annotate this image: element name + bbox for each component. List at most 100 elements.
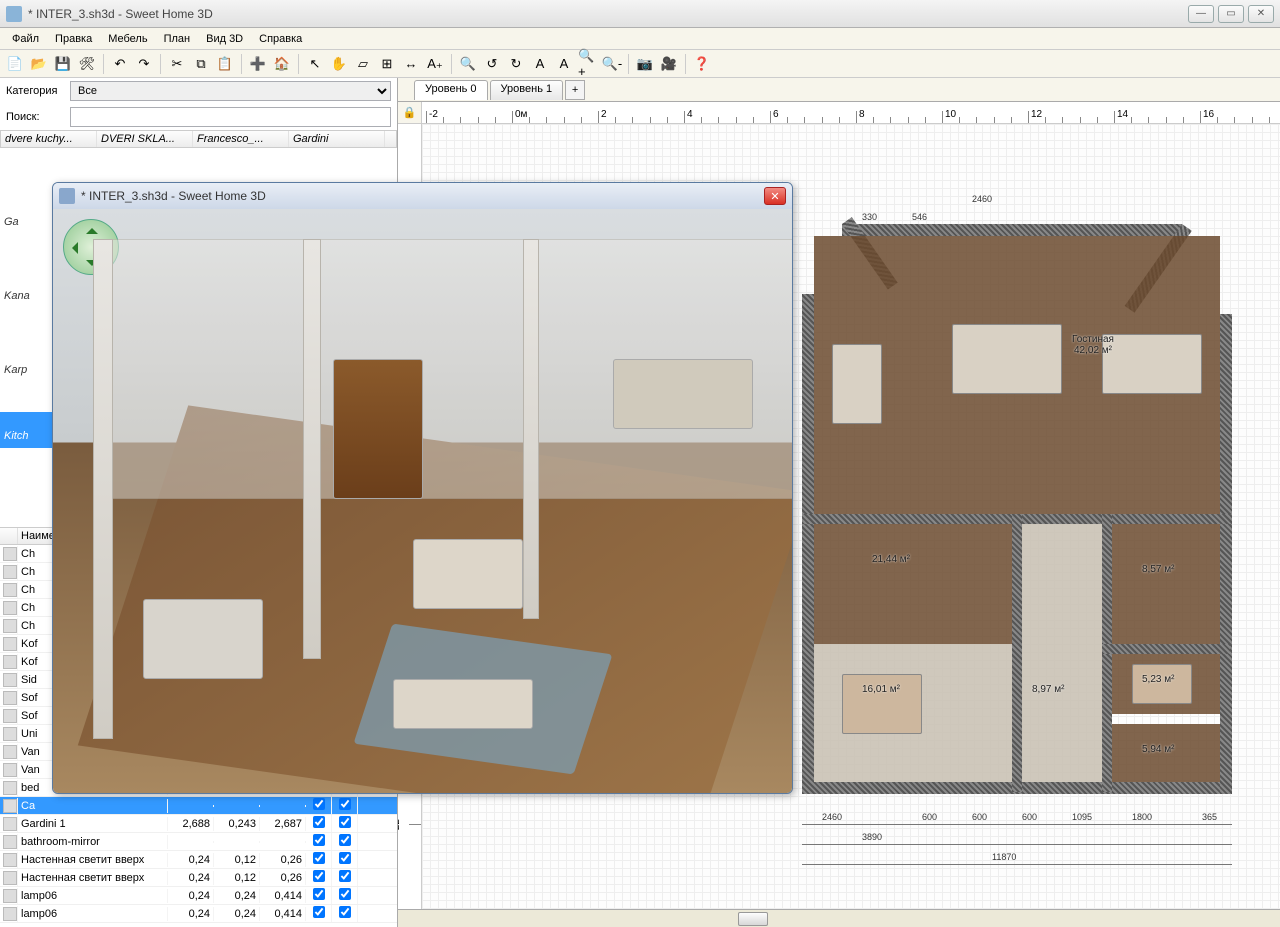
plan-furniture[interactable] bbox=[952, 324, 1062, 394]
tab-level-1[interactable]: Уровень 1 bbox=[490, 80, 564, 100]
furniture-val: 0,26 bbox=[260, 853, 306, 867]
furniture-val: 0,243 bbox=[214, 817, 260, 831]
wall[interactable] bbox=[842, 224, 1182, 236]
undo-icon[interactable]: ↶ bbox=[109, 53, 131, 75]
plan-furniture[interactable] bbox=[842, 674, 922, 734]
horizontal-ruler: -20м246810121416 bbox=[422, 102, 1280, 124]
ruler-tick: 22 bbox=[409, 824, 421, 825]
visible-checkbox[interactable] bbox=[313, 798, 325, 810]
room-floor bbox=[814, 524, 1012, 644]
photo-icon[interactable]: 📷 bbox=[634, 53, 656, 75]
furniture-val: 0,414 bbox=[260, 907, 306, 921]
rotate-right-icon[interactable]: ↻ bbox=[505, 53, 527, 75]
wall[interactable] bbox=[1102, 644, 1230, 654]
search-input[interactable] bbox=[70, 107, 391, 127]
visible-checkbox[interactable] bbox=[313, 816, 325, 828]
catalog-header-cell[interactable]: dvere kuchy... bbox=[1, 131, 97, 147]
wall[interactable] bbox=[1220, 314, 1232, 794]
tab-level-0[interactable]: Уровень 0 bbox=[414, 80, 488, 100]
pan-icon[interactable]: ✋ bbox=[328, 53, 350, 75]
dimension-text: 546 bbox=[912, 212, 927, 222]
movable-checkbox[interactable] bbox=[339, 798, 351, 810]
furniture-val: 0,24 bbox=[168, 853, 214, 867]
furniture-row[interactable]: lamp060,240,240,414 bbox=[0, 905, 397, 923]
dimension-text: 2460 bbox=[972, 194, 992, 204]
visible-checkbox[interactable] bbox=[313, 870, 325, 882]
wall[interactable] bbox=[802, 294, 814, 794]
minimize-button[interactable]: — bbox=[1188, 5, 1214, 23]
category-select[interactable]: Все bbox=[70, 81, 391, 101]
zoom-out-icon[interactable]: 🔍- bbox=[601, 53, 623, 75]
menu-furniture[interactable]: Мебель bbox=[100, 31, 155, 47]
plan-furniture[interactable] bbox=[1102, 334, 1202, 394]
video-icon[interactable]: 🎥 bbox=[658, 53, 680, 75]
tab-add-button[interactable]: + bbox=[565, 80, 585, 100]
open-icon[interactable]: 📂 bbox=[28, 53, 50, 75]
menu-3dview[interactable]: Вид 3D bbox=[198, 31, 251, 47]
ruler-tick: 8 bbox=[856, 111, 857, 123]
menu-plan[interactable]: План bbox=[156, 31, 199, 47]
scrollbar-thumb[interactable] bbox=[738, 912, 768, 926]
visible-checkbox[interactable] bbox=[313, 888, 325, 900]
movable-checkbox[interactable] bbox=[339, 870, 351, 882]
furniture-val: 0,12 bbox=[214, 871, 260, 885]
furniture-thumb-icon bbox=[3, 637, 17, 651]
select-icon[interactable]: ↖ bbox=[304, 53, 326, 75]
popup-titlebar[interactable]: * INTER_3.sh3d - Sweet Home 3D ✕ bbox=[53, 183, 792, 209]
furniture-row[interactable]: bathroom-mirror bbox=[0, 833, 397, 851]
background-icon[interactable]: A bbox=[553, 53, 575, 75]
redo-icon[interactable]: ↷ bbox=[133, 53, 155, 75]
search-icon[interactable]: 🔍 bbox=[457, 53, 479, 75]
movable-checkbox[interactable] bbox=[339, 816, 351, 828]
new-icon[interactable]: 📄 bbox=[4, 53, 26, 75]
movable-checkbox[interactable] bbox=[339, 888, 351, 900]
copy-icon[interactable]: ⧉ bbox=[190, 53, 212, 75]
close-button[interactable]: ✕ bbox=[1248, 5, 1274, 23]
text-icon[interactable]: A₊ bbox=[424, 53, 446, 75]
save-icon[interactable]: 💾 bbox=[52, 53, 74, 75]
paste-icon[interactable]: 📋 bbox=[214, 53, 236, 75]
lock-icon[interactable]: 🔒 bbox=[398, 102, 422, 124]
zoom-in-icon[interactable]: 🔍+ bbox=[577, 53, 599, 75]
furniture-row[interactable]: Настенная светит вверх0,240,120,26 bbox=[0, 869, 397, 887]
furniture-row[interactable]: Ca bbox=[0, 797, 397, 815]
help-icon[interactable]: ❓ bbox=[691, 53, 713, 75]
visible-checkbox[interactable] bbox=[313, 834, 325, 846]
movable-checkbox[interactable] bbox=[339, 906, 351, 918]
add-furniture-icon[interactable]: ➕ bbox=[247, 53, 269, 75]
horizontal-scrollbar[interactable] bbox=[398, 909, 1280, 927]
catalog-header-cell[interactable]: Francesco_... bbox=[193, 131, 289, 147]
catalog-header-cell[interactable]: DVERI SKLA... bbox=[97, 131, 193, 147]
dimension-icon[interactable]: ↔ bbox=[400, 53, 422, 75]
rotate-left-icon[interactable]: ↺ bbox=[481, 53, 503, 75]
furniture-row[interactable]: Настенная светит вверх0,240,120,26 bbox=[0, 851, 397, 869]
visible-checkbox[interactable] bbox=[313, 906, 325, 918]
search-row: Поиск: bbox=[0, 104, 397, 130]
text-style-icon[interactable]: A bbox=[529, 53, 551, 75]
wall-icon[interactable]: ▱ bbox=[352, 53, 374, 75]
visible-checkbox[interactable] bbox=[313, 852, 325, 864]
menu-edit[interactable]: Правка bbox=[47, 31, 100, 47]
import-icon[interactable]: 🏠 bbox=[271, 53, 293, 75]
window-buttons: — ▭ ✕ bbox=[1188, 5, 1274, 23]
furniture-val bbox=[260, 841, 306, 843]
wall[interactable] bbox=[1012, 514, 1022, 792]
popup-close-button[interactable]: ✕ bbox=[764, 187, 786, 205]
menu-help[interactable]: Справка bbox=[251, 31, 310, 47]
view-3d-window[interactable]: * INTER_3.sh3d - Sweet Home 3D ✕ bbox=[52, 182, 793, 794]
render-3d-viewport[interactable] bbox=[53, 209, 792, 793]
menu-file[interactable]: Файл bbox=[4, 31, 47, 47]
furniture-row[interactable]: lamp060,240,240,414 bbox=[0, 887, 397, 905]
plan-furniture[interactable] bbox=[832, 344, 882, 424]
movable-checkbox[interactable] bbox=[339, 852, 351, 864]
catalog-header-cell[interactable]: Gardini bbox=[289, 131, 385, 147]
cut-icon[interactable]: ✂ bbox=[166, 53, 188, 75]
movable-checkbox[interactable] bbox=[339, 834, 351, 846]
furniture-row[interactable]: Gardini 12,6880,2432,687 bbox=[0, 815, 397, 833]
arrow-up-icon bbox=[86, 222, 98, 234]
ruler-tick: 12 bbox=[1028, 111, 1029, 123]
maximize-button[interactable]: ▭ bbox=[1218, 5, 1244, 23]
room-icon[interactable]: ⊞ bbox=[376, 53, 398, 75]
prefs-icon[interactable]: 🛠 bbox=[76, 53, 98, 75]
titlebar: * INTER_3.sh3d - Sweet Home 3D — ▭ ✕ bbox=[0, 0, 1280, 28]
